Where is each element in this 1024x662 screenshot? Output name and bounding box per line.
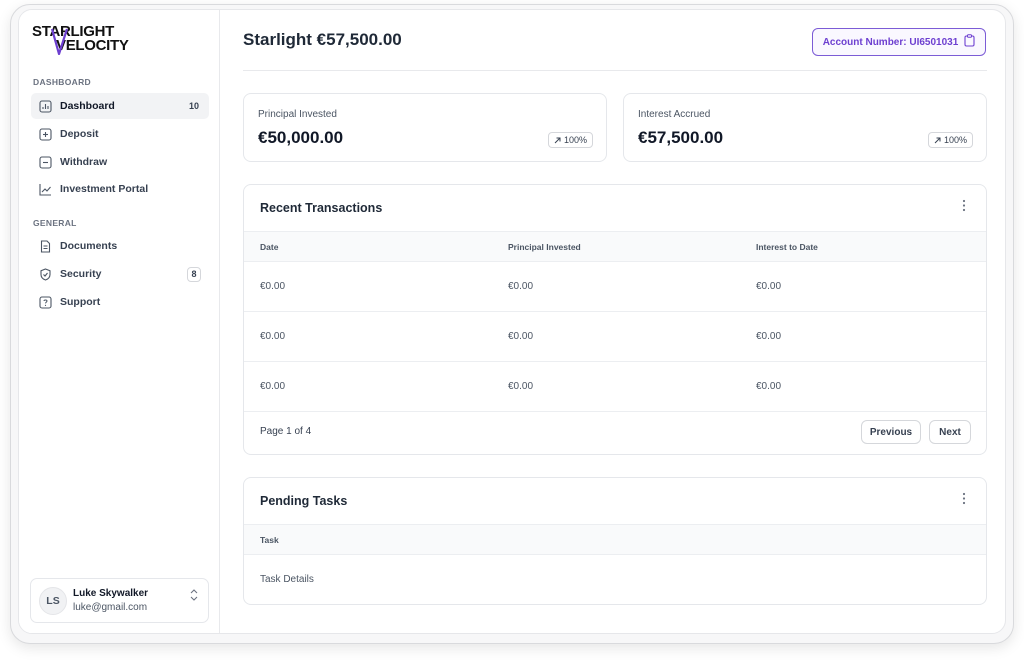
sidebar-item-support[interactable]: Support <box>31 289 209 315</box>
chevron-up-down-icon[interactable] <box>189 588 199 607</box>
table-cell: Task Details <box>260 574 314 585</box>
app-window: STARLIGHT VELOCITY DASHBOARD Dashboard 1… <box>18 9 1006 634</box>
help-icon <box>39 295 52 309</box>
sidebar-item-label: Dashboard <box>60 100 115 112</box>
stat-value: €50,000.00 <box>258 128 344 147</box>
main-content: Starlight €57,500.00 Account Number: UI6… <box>220 10 1005 633</box>
column-header-date: Date <box>260 242 279 252</box>
card-title: Pending Tasks <box>260 494 348 508</box>
stat-card-interest: Interest Accrued €57,500.00 100% <box>623 93 987 162</box>
count-badge: 8 <box>187 266 201 282</box>
table-cell: €0.00 <box>260 381 286 392</box>
table-row[interactable]: €0.00 €0.00 €0.00 <box>244 312 986 362</box>
section-label-general: GENERAL <box>33 218 77 228</box>
account-number-label: Account Number: UI6501031 <box>822 36 959 48</box>
page-title: Starlight €57,500.00 <box>243 30 402 49</box>
sidebar-item-label: Security <box>60 268 102 280</box>
pagination-info: Page 1 of 4 <box>260 426 312 437</box>
sidebar-item-label: Documents <box>60 240 118 252</box>
table-cell: €0.00 <box>260 331 286 342</box>
table-cell: €0.00 <box>508 381 534 392</box>
change-value: 100% <box>563 135 587 145</box>
minus-square-icon <box>39 155 52 169</box>
avatar: LS <box>39 587 67 615</box>
table-header: Date Principal Invested Interest to Date <box>244 231 986 262</box>
brand-logo[interactable]: STARLIGHT VELOCITY <box>32 23 132 55</box>
sidebar-item-dashboard[interactable]: Dashboard 10 <box>31 93 209 119</box>
chart-icon <box>39 99 52 113</box>
table-cell: €0.00 <box>756 331 782 342</box>
column-header-principal: Principal Invested <box>508 242 581 252</box>
table-header: Task <box>244 524 986 555</box>
arrow-up-right-icon <box>554 137 561 143</box>
sidebar-item-security[interactable]: Security 8 <box>31 261 209 287</box>
more-vertical-icon[interactable] <box>962 492 966 510</box>
change-badge: 100% <box>547 132 593 148</box>
stat-card-principal: Principal Invested €50,000.00 100% <box>243 93 607 162</box>
column-header-interest: Interest to Date <box>756 242 818 252</box>
user-name: Luke Skywalker <box>73 588 149 599</box>
table-row[interactable]: €0.00 €0.00 €0.00 <box>244 362 986 412</box>
clipboard-icon <box>964 34 975 50</box>
sidebar-item-investment-portal[interactable]: Investment Portal <box>31 176 209 202</box>
sidebar-item-label: Deposit <box>60 128 99 140</box>
column-header-task: Task <box>260 535 279 545</box>
next-page-button[interactable]: Next <box>929 420 971 444</box>
sidebar: STARLIGHT VELOCITY DASHBOARD Dashboard 1… <box>19 10 220 633</box>
recent-transactions-card: Recent Transactions Date Principal Inves… <box>243 184 987 455</box>
trend-line-icon <box>39 183 52 196</box>
sidebar-item-label: Investment Portal <box>60 183 149 195</box>
sidebar-item-label: Support <box>60 296 101 308</box>
table-cell: €0.00 <box>756 381 782 392</box>
stat-label: Interest Accrued <box>638 109 711 120</box>
user-email: luke@gmail.com <box>73 602 148 613</box>
table-cell: €0.00 <box>508 281 534 292</box>
table-cell: €0.00 <box>756 281 782 292</box>
sidebar-item-deposit[interactable]: Deposit <box>31 121 209 147</box>
sidebar-item-documents[interactable]: Documents <box>31 233 209 259</box>
change-badge: 100% <box>927 132 973 148</box>
stat-value: €57,500.00 <box>638 128 724 147</box>
user-menu[interactable]: LS Luke Skywalker luke@gmail.com <box>30 578 209 623</box>
table-cell: €0.00 <box>508 331 534 342</box>
change-value: 100% <box>943 135 967 145</box>
table-cell: €0.00 <box>260 281 286 292</box>
sidebar-item-withdraw[interactable]: Withdraw <box>31 149 209 175</box>
sidebar-item-label: Withdraw <box>60 156 108 168</box>
table-row[interactable]: €0.00 €0.00 €0.00 <box>244 262 986 312</box>
table-row[interactable]: Task Details <box>244 555 986 604</box>
count-badge: 10 <box>188 101 199 111</box>
header-divider <box>243 70 987 71</box>
plus-square-icon <box>39 127 52 141</box>
section-label-dashboard: DASHBOARD <box>33 77 91 87</box>
shield-check-icon <box>39 267 52 281</box>
stat-label: Principal Invested <box>258 109 337 120</box>
more-vertical-icon[interactable] <box>962 199 966 217</box>
account-number-button[interactable]: Account Number: UI6501031 <box>812 28 986 56</box>
document-icon <box>39 239 52 253</box>
zigzag-logo-icon <box>50 28 69 55</box>
pending-tasks-card: Pending Tasks Task Task Details <box>243 477 987 605</box>
card-title: Recent Transactions <box>260 201 383 215</box>
previous-page-button[interactable]: Previous <box>861 420 921 444</box>
arrow-up-right-icon <box>934 137 941 143</box>
